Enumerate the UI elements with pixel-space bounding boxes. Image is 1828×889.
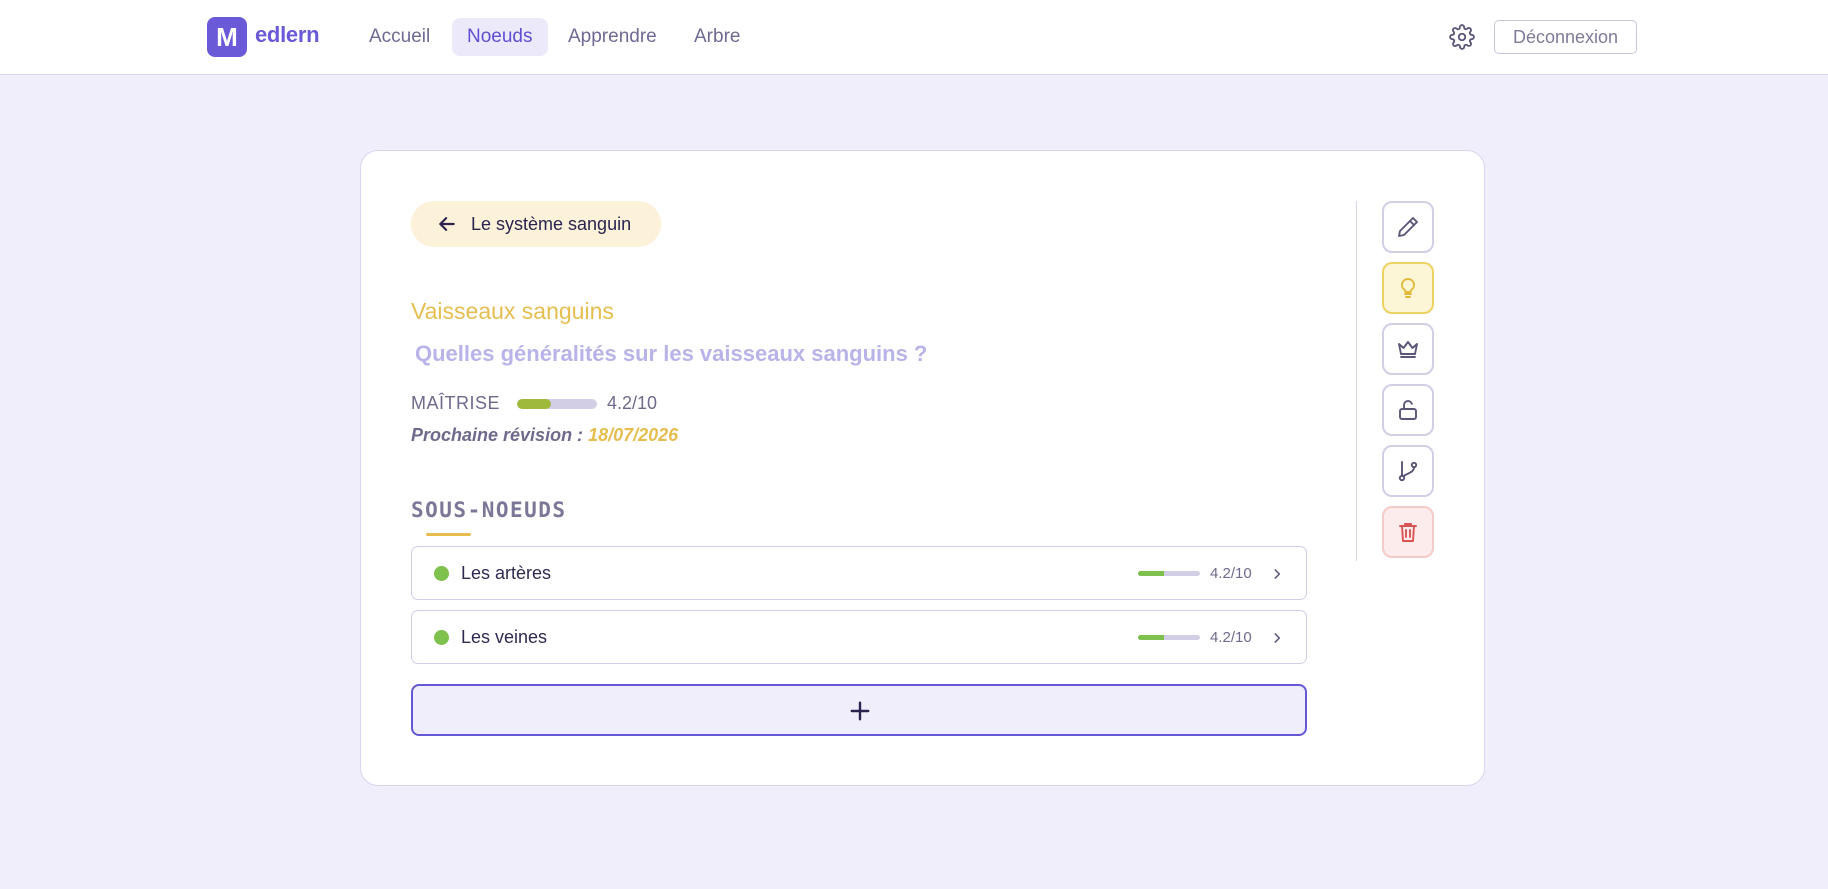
next-review-label: Prochaine révision : xyxy=(411,425,584,445)
chevron-right-icon xyxy=(1274,569,1281,579)
chevron-right-icon xyxy=(1274,633,1281,643)
branch-button[interactable] xyxy=(1382,445,1434,497)
logo-mark[interactable]: M xyxy=(207,17,247,57)
nav-arbre[interactable]: Arbre xyxy=(679,18,755,56)
nav-apprendre[interactable]: Apprendre xyxy=(553,18,672,56)
subnode-progress-fill xyxy=(1138,571,1165,576)
next-review: Prochaine révision : 18/07/2026 xyxy=(411,425,678,446)
nav-accueil[interactable]: Accueil xyxy=(354,18,445,56)
mastery-label: MAÎTRISE xyxy=(411,393,501,413)
crown-icon xyxy=(1398,341,1418,358)
subnodes-underline xyxy=(426,533,471,536)
back-label: Le système sanguin xyxy=(471,214,632,234)
unlock-button[interactable] xyxy=(1382,384,1434,436)
logo-text[interactable]: edlern xyxy=(255,22,320,48)
toolbar-divider xyxy=(1356,201,1357,561)
crown-button[interactable] xyxy=(1382,323,1434,375)
delete-button[interactable] xyxy=(1382,506,1434,558)
subnode-label: Les artères xyxy=(461,563,552,583)
subnode-progress-bar xyxy=(1138,571,1200,576)
logout-button[interactable]: Déconnexion xyxy=(1494,20,1637,54)
subnode-progress-bar xyxy=(1138,635,1200,640)
top-navbar: M edlern Accueil Noeuds Apprendre Arbre … xyxy=(0,0,1828,75)
next-review-date: 18/07/2026 xyxy=(588,425,679,445)
nav-noeuds[interactable]: Noeuds xyxy=(452,18,548,56)
subnode-score: 4.2/10 xyxy=(1210,565,1252,582)
mastery-progress-bar xyxy=(517,399,597,409)
edit-button[interactable] xyxy=(1382,201,1434,253)
plus-icon xyxy=(850,701,870,721)
subnode-progress-fill xyxy=(1138,635,1165,640)
mastery-score: 4.2/10 xyxy=(607,393,658,413)
subnode-row-arteres[interactable]: Les artères 4.2/10 xyxy=(411,546,1307,600)
unlock-icon xyxy=(1399,400,1417,420)
add-subnode-button[interactable] xyxy=(411,684,1307,736)
subnodes-title: SOUS-NOEUDS xyxy=(411,498,567,522)
hint-button[interactable] xyxy=(1382,262,1434,314)
status-dot xyxy=(434,566,449,581)
gear-icon[interactable] xyxy=(1449,24,1475,50)
mastery-progress-fill xyxy=(517,399,551,409)
edit-icon xyxy=(1398,217,1418,237)
status-dot xyxy=(434,630,449,645)
subnode-row-veines[interactable]: Les veines 4.2/10 xyxy=(411,610,1307,664)
arrow-left-icon xyxy=(439,217,455,231)
lightbulb-icon xyxy=(1401,278,1415,298)
trash-icon xyxy=(1399,523,1417,542)
subnode-score: 4.2/10 xyxy=(1210,629,1252,646)
node-question: Quelles généralités sur les vaisseaux sa… xyxy=(415,341,928,366)
node-detail-card: Le système sanguin Vaisseaux sanguins Qu… xyxy=(360,150,1485,786)
subnode-label: Les veines xyxy=(461,627,548,647)
branch-icon xyxy=(1398,461,1418,482)
back-to-parent-button[interactable]: Le système sanguin xyxy=(411,201,661,247)
node-title: Vaisseaux sanguins xyxy=(411,298,614,324)
